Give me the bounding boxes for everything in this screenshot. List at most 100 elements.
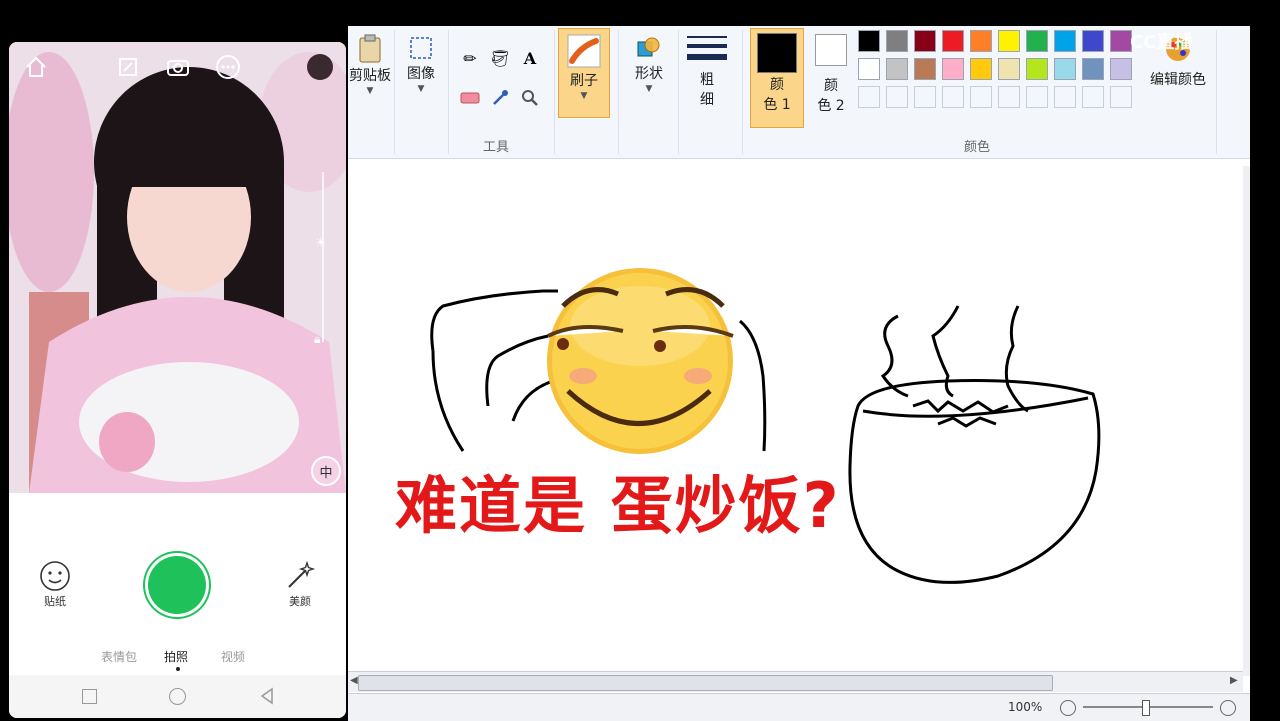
language-toggle[interactable]: 中 [311,456,341,486]
text-icon[interactable]: A [517,45,543,71]
color-swatch[interactable] [886,58,908,80]
size-label-2: 细 [700,92,714,108]
zoom-out-icon[interactable] [1060,700,1076,716]
horizontal-scrollbar[interactable]: ◀ ▶ [348,671,1243,692]
home-nav-icon[interactable] [169,688,186,705]
color1-button[interactable]: 颜 色 1 [750,28,804,128]
vertical-scrollbar[interactable] [1243,166,1250,676]
size-label-1: 粗 [700,72,714,88]
avatar[interactable] [307,54,333,80]
custom-color-slot[interactable] [914,86,936,108]
color-swatch[interactable] [914,58,936,80]
camera-switch-icon[interactable] [165,54,191,80]
mode-sticker-pack[interactable]: 表情包 [101,648,137,665]
fill-icon[interactable]: 🪣︎ [487,45,513,71]
lock-icon[interactable]: 🔒︎ [314,332,320,347]
scroll-thumb[interactable] [358,675,1053,691]
custom-color-slot[interactable] [970,86,992,108]
color-swatch[interactable] [998,30,1020,52]
size-button[interactable]: 粗 细 [684,32,730,110]
camera-feed-image [9,42,346,493]
zoom-slider-thumb[interactable] [1142,700,1150,716]
drawing-canvas[interactable] [348,166,1243,676]
color-picker-icon[interactable] [487,85,513,111]
custom-color-slot[interactable] [1110,86,1132,108]
color-swatch[interactable] [942,58,964,80]
exposure-slider[interactable] [322,172,324,342]
beauty-tool[interactable]: 美颜 [283,559,317,609]
color2-label-2: 色 2 [817,98,845,114]
scroll-left-icon[interactable]: ◀ [350,675,358,686]
group-separator [448,30,449,154]
zoom-in-icon[interactable] [1220,700,1236,716]
custom-color-slot[interactable] [886,86,908,108]
beauty-label: 美颜 [289,595,311,608]
sticker-icon [40,561,70,591]
shapes-label: 形状 [635,66,663,82]
image-label: 图像 [407,66,435,82]
group-separator [554,30,555,154]
custom-color-slot[interactable] [1026,86,1048,108]
color-swatch[interactable] [1054,58,1076,80]
color-swatch[interactable] [914,30,936,52]
color-swatch[interactable] [1082,58,1104,80]
recent-apps-icon[interactable] [82,689,97,704]
pencil-icon[interactable]: ✏︎ [457,45,483,71]
mode-photo[interactable]: 拍照 [164,648,188,665]
line-width-icon [687,36,727,60]
custom-color-slot[interactable] [1082,86,1104,108]
color-swatch[interactable] [858,30,880,52]
color-swatch[interactable] [970,58,992,80]
color-swatch[interactable] [1026,30,1048,52]
color-swatch[interactable] [970,30,992,52]
color-swatch[interactable] [998,58,1020,80]
color-swatch[interactable] [1110,58,1132,80]
color-swatch[interactable] [1110,30,1132,52]
color2-swatch [815,34,847,66]
screen: { "phone": { "controls_right": ["中"], "t… [0,0,1280,721]
brush-button[interactable]: 刷子 ▼ [558,28,610,118]
color-swatch[interactable] [1054,30,1076,52]
custom-color-slot[interactable] [998,86,1020,108]
shapes-icon [637,37,660,57]
paste-button[interactable]: 剪贴板 ▼ [348,34,392,96]
clipboard-group: 剪贴板 ▼ [348,26,392,158]
color-swatch[interactable] [886,30,908,52]
shutter-button[interactable] [148,556,206,614]
shapes-button[interactable]: 形状 ▼ [626,34,672,94]
magic-wand-icon [288,560,316,588]
back-icon[interactable] [259,687,275,705]
brush-label: 刷子 [570,73,598,89]
phone-preview: ☀ 🔒︎ 中 贴纸 美颜 表情包 拍照 视频 [9,42,346,718]
sun-icon: ☀ [315,236,327,251]
group-separator [394,30,395,154]
edit-icon[interactable] [115,54,141,80]
clipboard-icon [359,34,381,63]
colors-group-label: 颜色 [964,140,991,155]
home-icon[interactable] [23,54,49,80]
magnifier-icon[interactable] [517,85,543,111]
color-swatch[interactable] [858,58,880,80]
group-separator [1216,30,1217,154]
mode-video[interactable]: 视频 [221,648,245,665]
group-separator [618,30,619,154]
zoom-level: 100% [1008,700,1043,714]
color-swatch[interactable] [942,30,964,52]
paint-window: 剪贴板 ▼ 图像 ▼ ✏︎ 🪣︎ A 工具 刷子 ▼ 形状 ▼ 粗 细 颜 色 … [348,26,1250,721]
camera-controls: 贴纸 美颜 表情包 拍照 视频 [9,493,346,718]
more-icon[interactable] [215,54,241,80]
clipboard-label: 剪贴板 [349,68,391,84]
edit-colors-label: 编辑颜色 [1150,72,1206,88]
ribbon: 剪贴板 ▼ 图像 ▼ ✏︎ 🪣︎ A 工具 刷子 ▼ 形状 ▼ 粗 细 颜 色 … [348,26,1250,159]
color2-button[interactable]: 颜 色 2 [808,34,854,116]
custom-color-slot[interactable] [858,86,880,108]
custom-color-slot[interactable] [942,86,964,108]
scroll-right-icon[interactable]: ▶ [1230,675,1238,686]
custom-color-slot[interactable] [1054,86,1076,108]
sticker-tool[interactable]: 贴纸 [38,559,72,609]
select-icon [410,37,432,59]
color-swatch[interactable] [1082,30,1104,52]
color-swatch[interactable] [1026,58,1048,80]
image-button[interactable]: 图像 ▼ [400,34,442,94]
eraser-icon[interactable] [457,85,483,111]
